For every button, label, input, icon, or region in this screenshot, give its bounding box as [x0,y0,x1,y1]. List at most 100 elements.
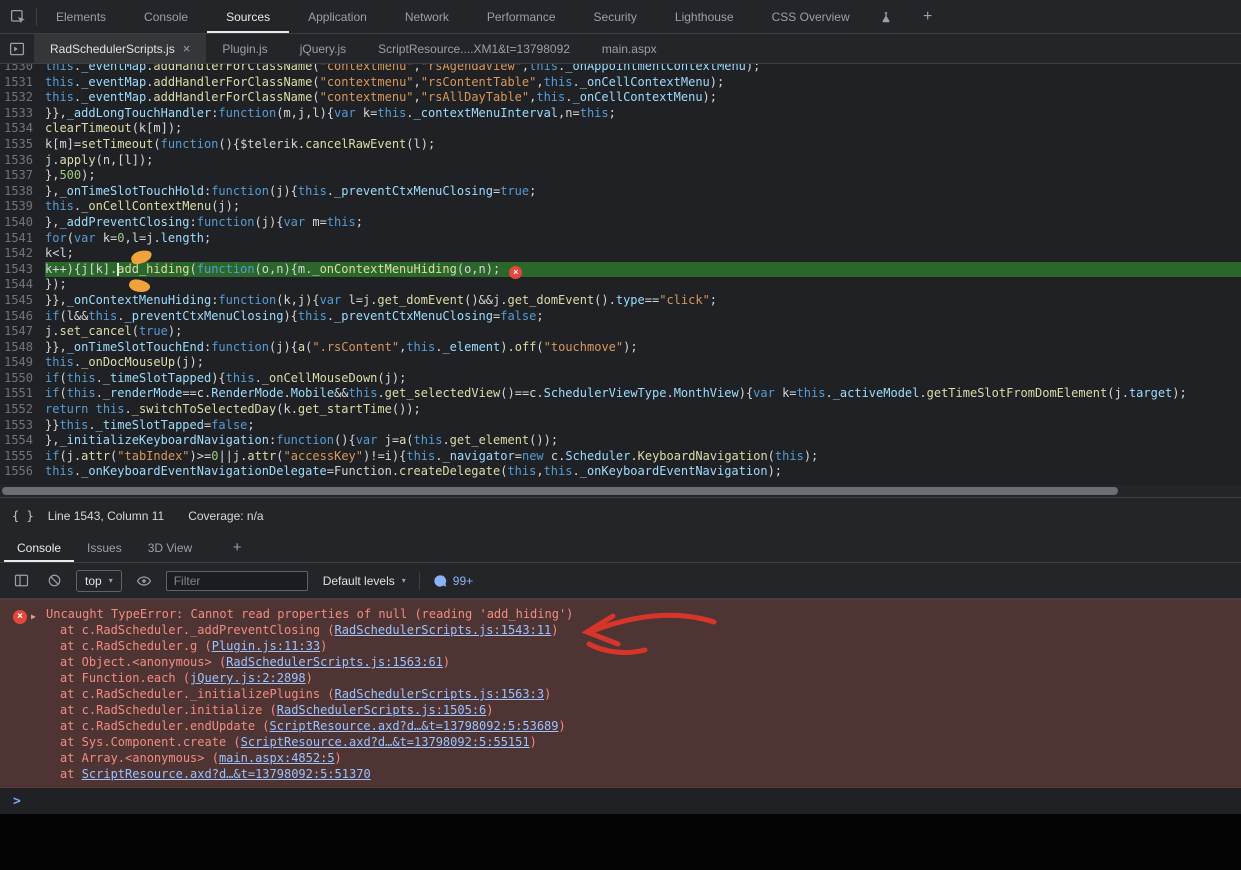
code-text[interactable]: if(this._timeSlotTapped){this._onCellMou… [45,371,1241,387]
panel-tab-lighthouse[interactable]: Lighthouse [656,0,753,33]
experiment-flask-icon[interactable] [873,0,899,33]
inspect-element-icon[interactable] [0,0,36,33]
code-text[interactable]: this._eventMap.addHandlerForClassName("c… [45,90,1241,106]
code-text[interactable]: k<l; [45,246,1241,262]
stack-link[interactable]: RadSchedulerScripts.js:1505:6 [277,703,487,717]
code-text[interactable]: this._onKeyboardEventNavigationDelegate=… [45,464,1241,480]
line-number[interactable]: 1539 [0,199,45,215]
horizontal-scrollbar[interactable] [0,485,1241,497]
code-text[interactable]: j.set_cancel(true); [45,324,1241,340]
line-number[interactable]: 1546 [0,309,45,325]
line-number[interactable]: 1541 [0,231,45,247]
line-number[interactable]: 1553 [0,418,45,434]
panel-tab-elements[interactable]: Elements [37,0,125,33]
line-number[interactable]: 1535 [0,137,45,153]
line-number[interactable]: 1550 [0,371,45,387]
code-text[interactable]: k++){j[k].add_hiding(function(o,n){m._on… [45,262,1241,278]
file-tab-jquery-js[interactable]: jQuery.js [284,34,362,63]
stack-link[interactable]: main.aspx:4852:5 [219,751,335,765]
code-text[interactable]: },_addPreventClosing:function(j){var m=t… [45,215,1241,231]
stack-link[interactable]: ScriptResource.axd?d…&t=13798092:5:53689 [270,719,559,733]
source-editor[interactable]: 1530this._eventMap.addHandlerForClassNam… [0,64,1241,485]
line-number[interactable]: 1548 [0,340,45,356]
more-panels-button[interactable]: + [915,0,941,33]
code-text[interactable]: this._onCellContextMenu(j); [45,199,1241,215]
panel-tab-application[interactable]: Application [289,0,386,33]
console-filter-input[interactable] [166,571,308,591]
stack-link[interactable]: RadSchedulerScripts.js:1563:3 [335,687,545,701]
code-text[interactable]: if(l&&this._preventCtxMenuClosing){this.… [45,309,1241,325]
drawer-tab-console[interactable]: Console [4,533,74,562]
panel-tab-performance[interactable]: Performance [468,0,575,33]
file-tab-main-aspx[interactable]: main.aspx [586,34,673,63]
code-text[interactable]: this._onDocMouseUp(j); [45,355,1241,371]
file-tab-radschedulerscripts-js[interactable]: RadSchedulerScripts.js× [34,34,206,63]
panel-tab-console[interactable]: Console [125,0,207,33]
code-text[interactable]: },_initializeKeyboardNavigation:function… [45,433,1241,449]
line-number[interactable]: 1551 [0,386,45,402]
code-text[interactable]: if(this._renderMode==c.RenderMode.Mobile… [45,386,1241,402]
line-number[interactable]: 1537 [0,168,45,184]
stack-link[interactable]: RadSchedulerScripts.js:1563:61 [226,655,443,669]
line-number[interactable]: 1547 [0,324,45,340]
panel-tab-sources[interactable]: Sources [207,0,289,33]
code-text[interactable]: }); [45,277,1241,293]
stack-link[interactable]: ScriptResource.axd?d…&t=13798092:5:51370 [82,767,371,781]
issues-counter[interactable]: 99+ [433,574,473,588]
code-text[interactable]: this._eventMap.addHandlerForClassName("c… [45,75,1241,91]
line-number[interactable]: 1540 [0,215,45,231]
panel-tab-network[interactable]: Network [386,0,468,33]
line-number[interactable]: 1543 [0,262,45,278]
stack-link[interactable]: ScriptResource.axd?d…&t=13798092:5:55151 [241,735,530,749]
line-number[interactable]: 1545 [0,293,45,309]
expand-triangle-icon[interactable]: ▶ [31,609,36,625]
line-number[interactable]: 1532 [0,90,45,106]
line-number[interactable]: 1555 [0,449,45,465]
code-text[interactable]: }},_addLongTouchHandler:function(m,j,l){… [45,106,1241,122]
line-number[interactable]: 1538 [0,184,45,200]
horizontal-scrollbar-thumb[interactable] [2,487,1118,495]
line-number[interactable]: 1552 [0,402,45,418]
code-text[interactable]: },500); [45,168,1241,184]
code-text[interactable]: },_onTimeSlotTouchHold:function(j){this.… [45,184,1241,200]
stack-link[interactable]: RadSchedulerScripts.js:1543:11 [335,623,552,637]
javascript-context-dropdown[interactable]: top ▾ [76,570,122,592]
code-text[interactable]: clearTimeout(k[m]); [45,121,1241,137]
file-tab-scriptresource-xm1-t-13798092[interactable]: ScriptResource....XM1&t=13798092 [362,34,586,63]
line-number[interactable]: 1530 [0,64,45,75]
stack-link[interactable]: jQuery.js:2:2898 [190,671,306,685]
line-number[interactable]: 1534 [0,121,45,137]
drawer-tab-issues[interactable]: Issues [74,533,135,562]
code-text[interactable]: for(var k=0,l=j.length; [45,231,1241,247]
drawer-tab-3d-view[interactable]: 3D View [135,533,205,562]
code-text[interactable]: }}this._timeSlotTapped=false; [45,418,1241,434]
console-sidebar-toggle-icon[interactable] [10,570,32,592]
file-tab-plugin-js[interactable]: Plugin.js [206,34,283,63]
log-levels-dropdown[interactable]: Default levels ▾ [323,574,406,588]
live-expression-eye-icon[interactable] [133,570,155,592]
code-text[interactable]: k[m]=setTimeout(function(){$telerik.canc… [45,137,1241,153]
code-text[interactable]: }},_onTimeSlotTouchEnd:function(j){a(".r… [45,340,1241,356]
line-number[interactable]: 1554 [0,433,45,449]
line-number[interactable]: 1544 [0,277,45,293]
navigator-toggle-icon[interactable] [0,34,34,63]
stack-link[interactable]: Plugin.js:11:33 [212,639,320,653]
close-icon[interactable]: × [183,41,191,56]
line-number[interactable]: 1556 [0,464,45,480]
more-drawer-tabs-button[interactable]: + [223,533,251,562]
panel-tab-security[interactable]: Security [575,0,656,33]
code-text[interactable]: j.apply(n,[l]); [45,153,1241,169]
line-number[interactable]: 1536 [0,153,45,169]
code-text[interactable]: }},_onContextMenuHiding:function(k,j){va… [45,293,1241,309]
line-number[interactable]: 1533 [0,106,45,122]
console-prompt[interactable]: > [0,788,1241,814]
code-text[interactable]: return this._switchToSelectedDay(k.get_s… [45,402,1241,418]
panel-tab-css-overview[interactable]: CSS Overview [753,0,869,33]
clear-console-icon[interactable] [43,570,65,592]
line-number[interactable]: 1531 [0,75,45,91]
pretty-print-button[interactable]: { } [12,509,34,523]
code-text[interactable]: this._eventMap.addHandlerForClassName("c… [45,64,1241,75]
code-text[interactable]: if(j.attr("tabIndex")>=0||j.attr("access… [45,449,1241,465]
line-number[interactable]: 1542 [0,246,45,262]
line-number[interactable]: 1549 [0,355,45,371]
